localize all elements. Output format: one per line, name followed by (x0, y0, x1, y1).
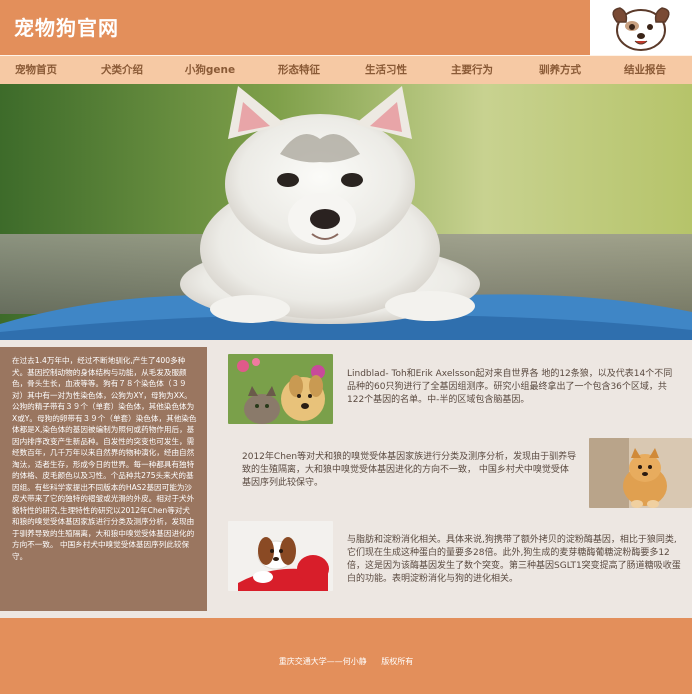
site-footer: 重庆交通大学——何小静 版权所有 (0, 618, 692, 694)
site-header: 宠物狗官网 (0, 0, 692, 55)
footer-text: 重庆交通大学——何小静 版权所有 (0, 656, 692, 667)
nav-item-morphology[interactable]: 形态特征 (248, 56, 350, 84)
footer-author: 重庆交通大学——何小静 (278, 657, 367, 666)
nav-item-breeds[interactable]: 犬类介绍 (72, 56, 172, 84)
sidebar-panel: 在过去1.4万年中，经过不断地驯化,产生了400多种犬。基因控制动物的身体结构与… (0, 347, 207, 611)
sidebar-text: 在过去1.4万年中，经过不断地驯化,产生了400多种犬。基因控制动物的身体结构与… (12, 356, 197, 561)
footer-rights: 版权所有 (381, 657, 414, 666)
article-text-olfactory-receptor: 2012年Chen等对犬和狼的嗅觉受体基因家族进行分类及测序分析，发现由于驯养导… (242, 452, 577, 488)
spaniel-puppy-image (228, 521, 333, 591)
nav-item-gene[interactable]: 小狗gene (172, 56, 248, 84)
article-text-starch-digestion: 与脂肪和淀粉消化相关。具体来说,狗携带了额外拷贝的淀粉酶基因，相比于狼同类,它们… (347, 535, 681, 584)
pomeranian-image (589, 438, 692, 508)
site-title[interactable]: 宠物狗官网 (14, 12, 119, 41)
nav-item-training[interactable]: 驯养方式 (522, 56, 598, 84)
puppy-and-kitten-image (228, 354, 333, 424)
content-area: 在过去1.4万年中，经过不断地驯化,产生了400多种犬。基因控制动物的身体结构与… (0, 340, 692, 618)
dog-logo[interactable] (590, 0, 692, 55)
nav-item-habits[interactable]: 生活习性 (350, 56, 422, 84)
main-nav: 宠物首页 犬类介绍 小狗gene 形态特征 生活习性 主要行为 驯养方式 结业报… (0, 55, 692, 84)
nav-item-report[interactable]: 结业报告 (598, 56, 692, 84)
nav-item-behavior[interactable]: 主要行为 (422, 56, 522, 84)
nav-item-home[interactable]: 宠物首页 (0, 56, 72, 84)
hero-husky-puppy-image (0, 84, 692, 340)
article-text-genome-sequencing: Lindblad- Toh和Erik Axelsson起对来自世界各 地的12条… (347, 369, 673, 405)
